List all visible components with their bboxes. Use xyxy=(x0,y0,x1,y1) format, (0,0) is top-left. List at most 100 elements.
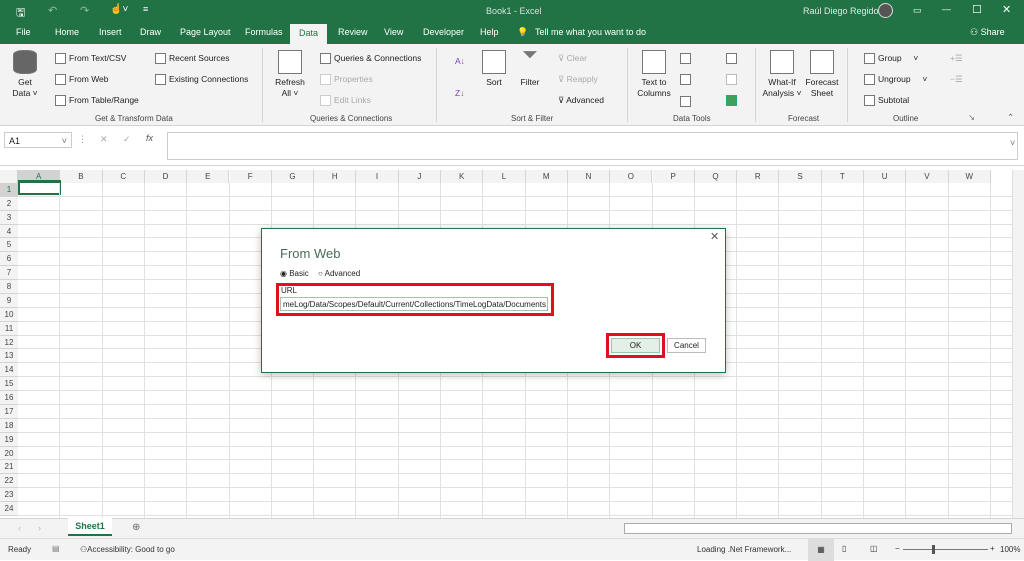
forecast-sheet-button[interactable]: Forecast Sheet xyxy=(804,50,840,99)
row-header-17[interactable]: 17 xyxy=(0,404,18,419)
row-header-3[interactable]: 3 xyxy=(0,210,18,225)
row-header-24[interactable]: 24 xyxy=(0,502,18,516)
remove-duplicates-icon[interactable] xyxy=(680,74,691,85)
row-header-12[interactable]: 12 xyxy=(0,335,18,350)
refresh-all-button[interactable]: Refresh All ˅ xyxy=(273,50,307,99)
row-header-11[interactable]: 11 xyxy=(0,321,18,336)
close-icon[interactable]: ✕ xyxy=(1002,3,1011,16)
select-all-button[interactable] xyxy=(0,170,18,183)
column-header-L[interactable]: L xyxy=(483,170,526,183)
customize-qat-icon[interactable]: ≡ xyxy=(143,4,148,14)
recent-sources-button[interactable]: Recent Sources xyxy=(155,53,229,65)
column-header-G[interactable]: G xyxy=(271,170,315,183)
tab-review[interactable]: Review xyxy=(338,27,368,37)
column-header-N[interactable]: N xyxy=(567,170,611,183)
existing-connections-button[interactable]: Existing Connections xyxy=(155,74,248,86)
tab-home[interactable]: Home xyxy=(55,27,79,37)
tab-formulas[interactable]: Formulas xyxy=(245,27,283,37)
sort-button[interactable]: Sort xyxy=(480,50,508,88)
row-header-21[interactable]: 21 xyxy=(0,460,18,475)
consolidate-icon[interactable] xyxy=(726,53,737,64)
page-break-view-icon[interactable]: ◫ xyxy=(870,544,878,553)
tab-view[interactable]: View xyxy=(384,27,403,37)
manage-data-model-icon[interactable] xyxy=(726,95,737,106)
data-validation-icon[interactable] xyxy=(680,53,691,64)
cancel-entry-icon[interactable]: ✕ xyxy=(100,134,108,145)
zoom-in-icon[interactable]: + xyxy=(990,544,995,553)
confirm-entry-icon[interactable]: ✓ xyxy=(123,134,131,145)
filter-button[interactable]: ⏷ Filter xyxy=(516,45,544,88)
from-text-csv-button[interactable]: From Text/CSV xyxy=(55,53,126,65)
row-header-13[interactable]: 13 xyxy=(0,349,18,364)
add-sheet-icon[interactable]: ⊕ xyxy=(132,522,140,533)
dialog-close-icon[interactable]: ✕ xyxy=(710,230,719,243)
horizontal-scrollbar[interactable] xyxy=(624,523,1012,534)
sort-z-a-button[interactable]: Z↓ xyxy=(455,88,464,98)
zoom-out-icon[interactable]: − xyxy=(895,544,900,553)
from-web-button[interactable]: From Web xyxy=(55,74,109,86)
row-header-2[interactable]: 2 xyxy=(0,196,18,211)
expand-formula-icon[interactable]: ˅ xyxy=(1010,138,1015,148)
get-data-button[interactable]: Get Data ˅ xyxy=(8,50,42,99)
column-header-K[interactable]: K xyxy=(441,170,484,183)
row-header-23[interactable]: 23 xyxy=(0,488,18,502)
share-button[interactable]: ⚇ Share xyxy=(970,27,1005,38)
tab-insert[interactable]: Insert xyxy=(99,27,122,37)
name-box[interactable]: A1 ˅ xyxy=(4,132,72,148)
clear-button[interactable]: ⊽ Clear xyxy=(558,53,587,64)
column-header-T[interactable]: T xyxy=(821,170,864,183)
advanced-filter-button[interactable]: ⊽ Advanced xyxy=(558,95,604,106)
row-header-6[interactable]: 6 xyxy=(0,252,18,267)
row-header-22[interactable]: 22 xyxy=(0,474,18,489)
scroll-sheets-left-icon[interactable]: ‹ xyxy=(18,523,21,533)
tab-draw[interactable]: Draw xyxy=(140,27,161,37)
tab-developer[interactable]: Developer xyxy=(423,27,464,37)
tab-help[interactable]: Help xyxy=(480,27,499,37)
column-header-O[interactable]: O xyxy=(610,170,653,183)
column-header-M[interactable]: M xyxy=(525,170,568,183)
hide-detail-icon[interactable]: −☰ xyxy=(950,74,963,85)
column-header-J[interactable]: J xyxy=(398,170,441,183)
macro-record-icon[interactable]: ▤ xyxy=(52,544,60,553)
row-header-16[interactable]: 16 xyxy=(0,391,18,405)
column-header-I[interactable]: I xyxy=(356,170,399,183)
column-header-F[interactable]: F xyxy=(229,170,272,183)
row-header-1[interactable]: 1 xyxy=(0,183,18,197)
row-header-7[interactable]: 7 xyxy=(0,266,18,281)
insert-function-icon[interactable]: fx xyxy=(146,133,153,143)
touch-mode-icon[interactable]: ☝˅ xyxy=(110,4,128,15)
collapse-ribbon-icon[interactable]: ⌃ xyxy=(1007,112,1014,123)
text-to-columns-button[interactable]: Text to Columns xyxy=(636,50,672,99)
row-header-18[interactable]: 18 xyxy=(0,418,18,433)
column-header-S[interactable]: S xyxy=(779,170,822,183)
column-header-H[interactable]: H xyxy=(314,170,357,183)
undo-icon[interactable]: ↶ xyxy=(48,4,57,17)
row-header-15[interactable]: 15 xyxy=(0,377,18,392)
row-header-19[interactable]: 19 xyxy=(0,432,18,447)
reapply-button[interactable]: ⊽ Reapply xyxy=(558,74,598,85)
group-button[interactable]: Group ˅ xyxy=(864,53,918,65)
column-header-W[interactable]: W xyxy=(948,170,991,183)
tab-page-layout[interactable]: Page Layout xyxy=(180,27,231,37)
redo-icon[interactable]: ↷ xyxy=(80,4,89,17)
minimize-icon[interactable]: — xyxy=(942,4,951,14)
row-header-10[interactable]: 10 xyxy=(0,307,18,322)
active-cell-a1[interactable] xyxy=(18,180,61,195)
properties-button[interactable]: Properties xyxy=(320,74,373,86)
save-icon[interactable]: 🖫 xyxy=(16,4,25,23)
show-detail-icon[interactable]: +☰ xyxy=(950,53,963,64)
dialog-launcher-icon[interactable]: ↘ xyxy=(968,112,975,123)
page-layout-view-icon[interactable]: ▯ xyxy=(842,544,846,553)
column-header-Q[interactable]: Q xyxy=(694,170,738,183)
maximize-icon[interactable]: ☐ xyxy=(972,3,982,16)
user-name[interactable]: Raúl Diego Regidor xyxy=(803,6,882,16)
cancel-button[interactable]: Cancel xyxy=(667,338,706,353)
column-header-D[interactable]: D xyxy=(144,170,188,183)
column-header-E[interactable]: E xyxy=(187,170,230,183)
avatar[interactable] xyxy=(878,3,893,18)
row-header-9[interactable]: 9 xyxy=(0,293,18,308)
tell-me-search[interactable]: Tell me what you want to do xyxy=(535,27,646,37)
row-header-8[interactable]: 8 xyxy=(0,280,18,294)
tab-data[interactable]: Data xyxy=(290,24,328,44)
normal-view-icon[interactable]: ▦ xyxy=(808,539,834,561)
